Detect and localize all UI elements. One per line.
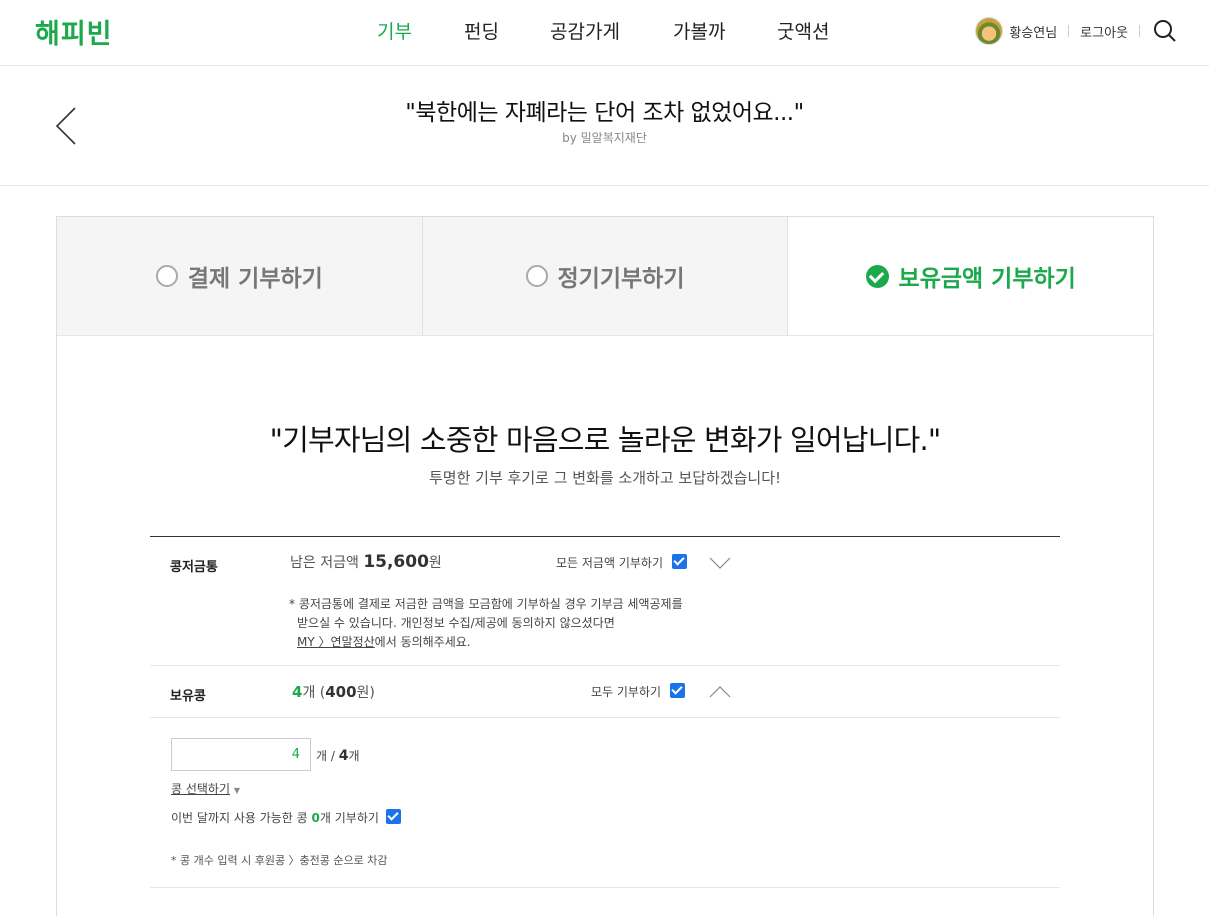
happybean-logo[interactable]: 해피빈	[35, 12, 113, 51]
nav-shop[interactable]: 공감가게	[550, 17, 620, 44]
thanks-quote: "기부자님의 소중한 마음으로 놀라운 변화가 일어납니다."	[269, 423, 942, 457]
avatar[interactable]	[975, 17, 1004, 45]
search-icon[interactable]	[1153, 19, 1177, 43]
monthly-beans: 이번 달까지 사용 가능한 콩 0개 기부하기	[171, 809, 401, 826]
bean-won: 400	[325, 683, 357, 701]
remain-amount: 15,600	[363, 552, 429, 572]
tab-regular-donation[interactable]: 정기기부하기	[422, 217, 789, 335]
radio-icon	[525, 265, 548, 287]
donation-panel: 결제 기부하기 정기기부하기 보유금액 기부하기 "기부자님의 소중한 마음으로…	[56, 216, 1154, 916]
bean-count-unit: 개 (	[302, 685, 326, 701]
tab-balance-donation[interactable]: 보유금액 기부하기	[788, 217, 1154, 335]
note-line: * 콩저금통에 결제로 저금한 금액을 모금함에 기부하실 경우 기부금 세액공…	[289, 597, 683, 611]
remain-prefix: 남은 저금액	[290, 555, 359, 571]
title-bar: "북한에는 자폐라는 단어 조차 없었어요..." by 밀알복지재단	[0, 66, 1209, 186]
donate-all-label: 모두 기부하기	[591, 685, 662, 699]
monthly-suffix: 개 기부하기	[319, 811, 379, 825]
beans-donate-all[interactable]: 모두 기부하기	[591, 683, 685, 700]
select-beans-link[interactable]: 콩 선택하기	[171, 782, 230, 796]
note-tail: 에서 동의해주세요.	[374, 635, 471, 649]
donation-tabs: 결제 기부하기 정기기부하기 보유금액 기부하기	[57, 217, 1154, 336]
donate-all-checkbox[interactable]	[671, 554, 687, 569]
donate-all-checkbox[interactable]	[669, 683, 685, 698]
nav-travel[interactable]: 가볼까	[673, 17, 725, 44]
piggy-label: 콩저금통	[170, 560, 218, 575]
monthly-checkbox[interactable]	[385, 809, 401, 824]
check-circle-icon	[865, 264, 889, 288]
piggy-donate-all[interactable]: 모든 저금액 기부하기	[556, 554, 687, 571]
piggy-note: * 콩저금통에 결제로 저금한 금액을 모금함에 기부하실 경우 기부금 세액공…	[289, 595, 683, 652]
tab-payment-donation[interactable]: 결제 기부하기	[57, 217, 423, 335]
bean-quantity-input[interactable]	[171, 738, 311, 771]
tab-label: 정기기부하기	[557, 266, 685, 292]
of-prefix: 개 /	[316, 749, 335, 763]
monthly-count: 0	[311, 811, 320, 825]
of-unit: 개	[348, 749, 360, 763]
divider	[1068, 25, 1070, 37]
monthly-prefix: 이번 달까지 사용 가능한 콩	[171, 811, 308, 825]
remain-unit: 원	[428, 555, 442, 571]
radio-icon	[155, 265, 178, 287]
select-beans[interactable]: 콩 선택하기 ▼	[171, 780, 240, 797]
global-header: 해피빈 기부 펀딩 공감가게 가볼까 굿액션 황승연님 로그아웃	[0, 0, 1209, 66]
year-end-settlement-link[interactable]: MY 〉연말정산	[297, 635, 375, 649]
balance-box: 콩저금통 남은 저금액 15,600원 모든 저금액 기부하기 * 콩저금통에 …	[150, 536, 1060, 888]
divider	[150, 665, 1060, 666]
user-utility: 황승연님 로그아웃	[975, 16, 1177, 46]
bean-won-unit: 원)	[356, 685, 375, 701]
caret-down-icon: ▼	[233, 786, 240, 795]
tab-label: 결제 기부하기	[187, 266, 323, 292]
chevron-down-icon[interactable]	[709, 557, 731, 569]
thanks-subtext: 투명한 기부 후기로 그 변화를 소개하고 보답하겠습니다!	[428, 469, 782, 487]
page-title: "북한에는 자폐라는 단어 조차 없었어요..."	[405, 100, 804, 126]
tab-label: 보유금액 기부하기	[898, 266, 1076, 292]
nav-funding[interactable]: 펀딩	[464, 17, 499, 44]
divider	[150, 887, 1060, 888]
bean-total: 개 / 4개	[316, 747, 360, 764]
page-author: by 밀알복지재단	[562, 131, 647, 145]
donate-all-label: 모든 저금액 기부하기	[556, 556, 663, 570]
beans-owned: 4개 (400원)	[292, 682, 375, 702]
logout-link[interactable]: 로그아웃	[1080, 22, 1128, 41]
piggy-remaining: 남은 저금액 15,600원	[290, 552, 442, 572]
user-name[interactable]: 황승연님	[1009, 22, 1057, 41]
bean-footnote: * 콩 개수 입력 시 후원콩 〉충전콩 순으로 차감	[171, 854, 388, 867]
divider	[150, 717, 1060, 718]
beans-label: 보유콩	[170, 689, 206, 704]
nav-donate[interactable]: 기부	[377, 17, 412, 44]
divider	[1139, 25, 1140, 37]
note-line: 받으실 수 있습니다. 개인정보 수집/제공에 동의하지 않으셨다면	[297, 616, 615, 630]
bean-count: 4	[292, 683, 303, 701]
chevron-up-icon[interactable]	[709, 686, 731, 698]
nav-goodaction[interactable]: 굿액션	[777, 17, 829, 44]
